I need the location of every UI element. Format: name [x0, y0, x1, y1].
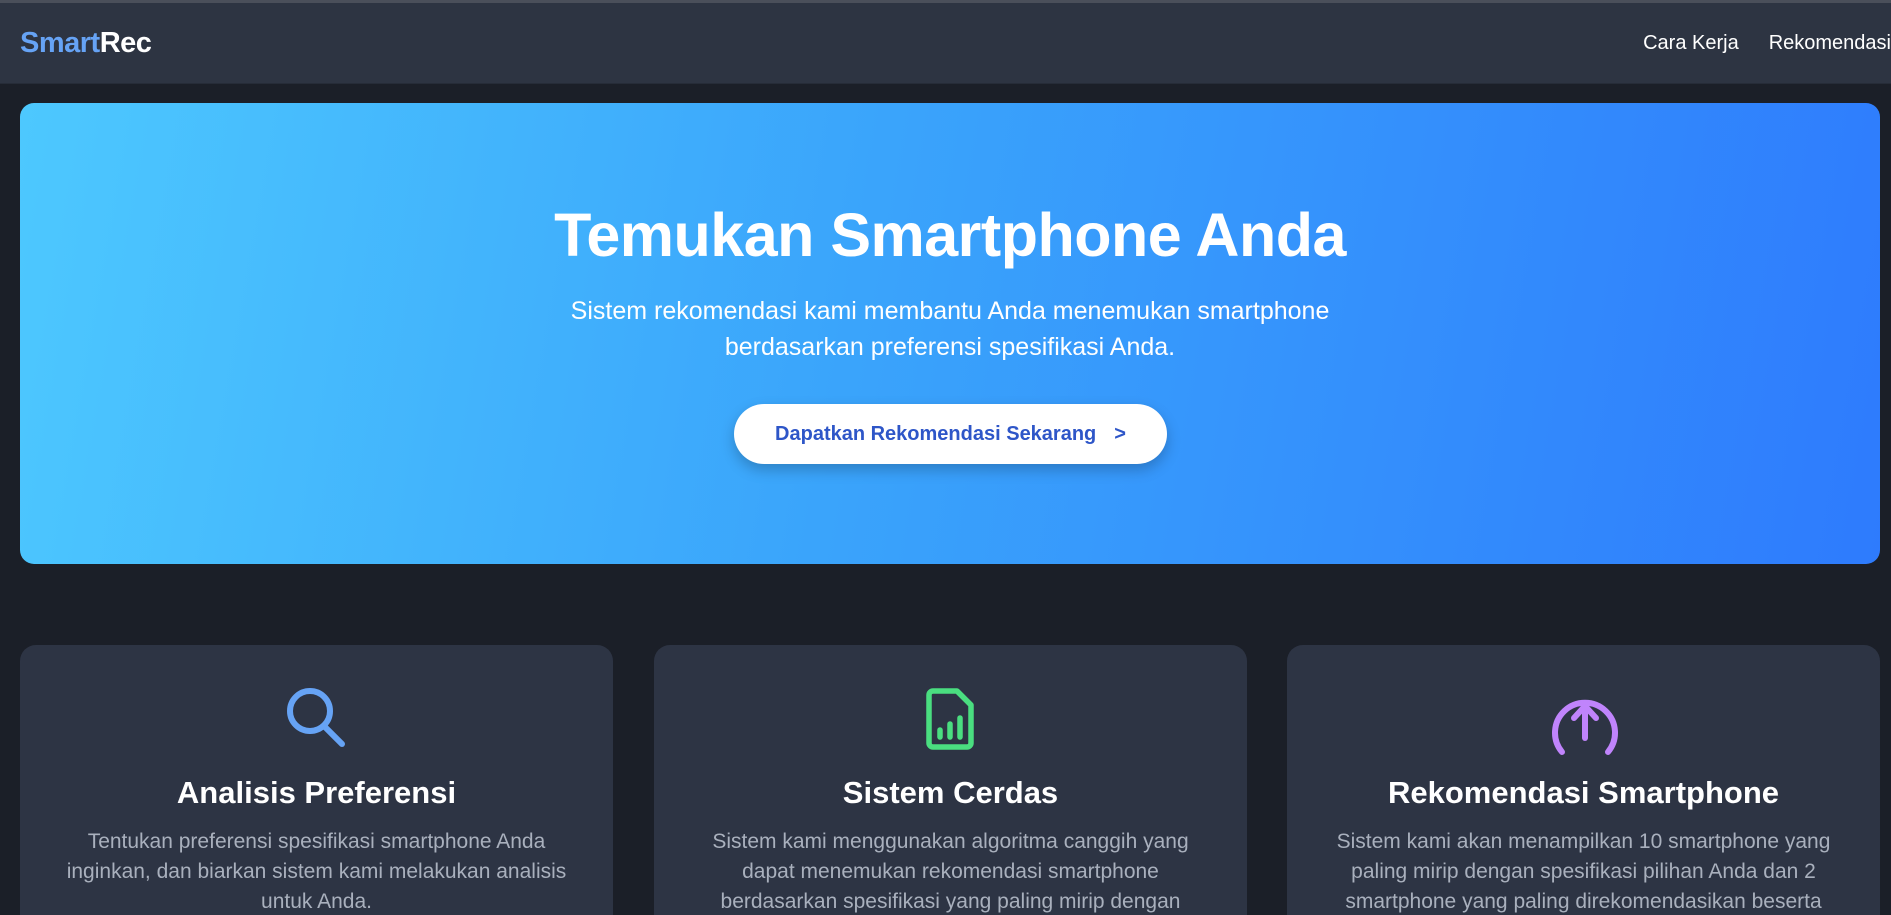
nav-link-rekomendasi[interactable]: Rekomendasi — [1769, 32, 1891, 55]
chevron-right-icon: > — [1114, 422, 1126, 445]
feature-description: Sistem kami akan menampilkan 10 smartpho… — [1336, 830, 1831, 913]
feature-description: Tentukan preferensi spesifikasi smartpho… — [66, 830, 567, 913]
get-recommendation-button[interactable]: Dapatkan Rekomendasi Sekarang > — [734, 404, 1167, 464]
page: SmartRec Cara Kerja Rekomendasi Temukan … — [0, 0, 1891, 915]
arrow-up-circle-icon — [1546, 680, 1622, 756]
feature-title: Analisis Preferensi — [176, 775, 457, 810]
nav-links: Cara Kerja Rekomendasi — [1643, 32, 1891, 55]
hero-title: Temukan Smartphone Anda — [554, 201, 1346, 269]
navbar: SmartRec Cara Kerja Rekomendasi — [0, 3, 1891, 84]
hero-subtitle-line-2: berdasarkan preferensi spesifikasi Anda. — [724, 333, 1176, 361]
logo-smart: Smart — [20, 27, 100, 59]
feature-title: Sistem Cerdas — [842, 775, 1059, 810]
feature-description: Sistem kami menggunakan algoritma canggi… — [712, 830, 1189, 913]
hero-subtitle-line-1: Sistem rekomendasi kami membantu Anda me… — [570, 297, 1330, 325]
get-recommendation-label: Dapatkan Rekomendasi Sekarang — [775, 422, 1097, 445]
feature-card-rekomendasi: Rekomendasi Smartphone Sistem kami akan … — [1287, 645, 1880, 915]
nav-link-cara-kerja[interactable]: Cara Kerja — [1643, 32, 1739, 55]
search-icon — [279, 680, 355, 756]
logo-rec: Rec — [99, 27, 152, 59]
feature-card-analisis: Analisis Preferensi Tentukan preferensi … — [20, 645, 613, 915]
site-logo[interactable]: SmartRec — [20, 27, 152, 60]
document-chart-icon — [913, 680, 989, 756]
hero-subtitle: Sistem rekomendasi kami membantu Anda me… — [520, 293, 1380, 365]
feature-card-sistem: Sistem Cerdas Sistem kami menggunakan al… — [654, 645, 1247, 915]
feature-title: Rekomendasi Smartphone — [1387, 775, 1780, 810]
